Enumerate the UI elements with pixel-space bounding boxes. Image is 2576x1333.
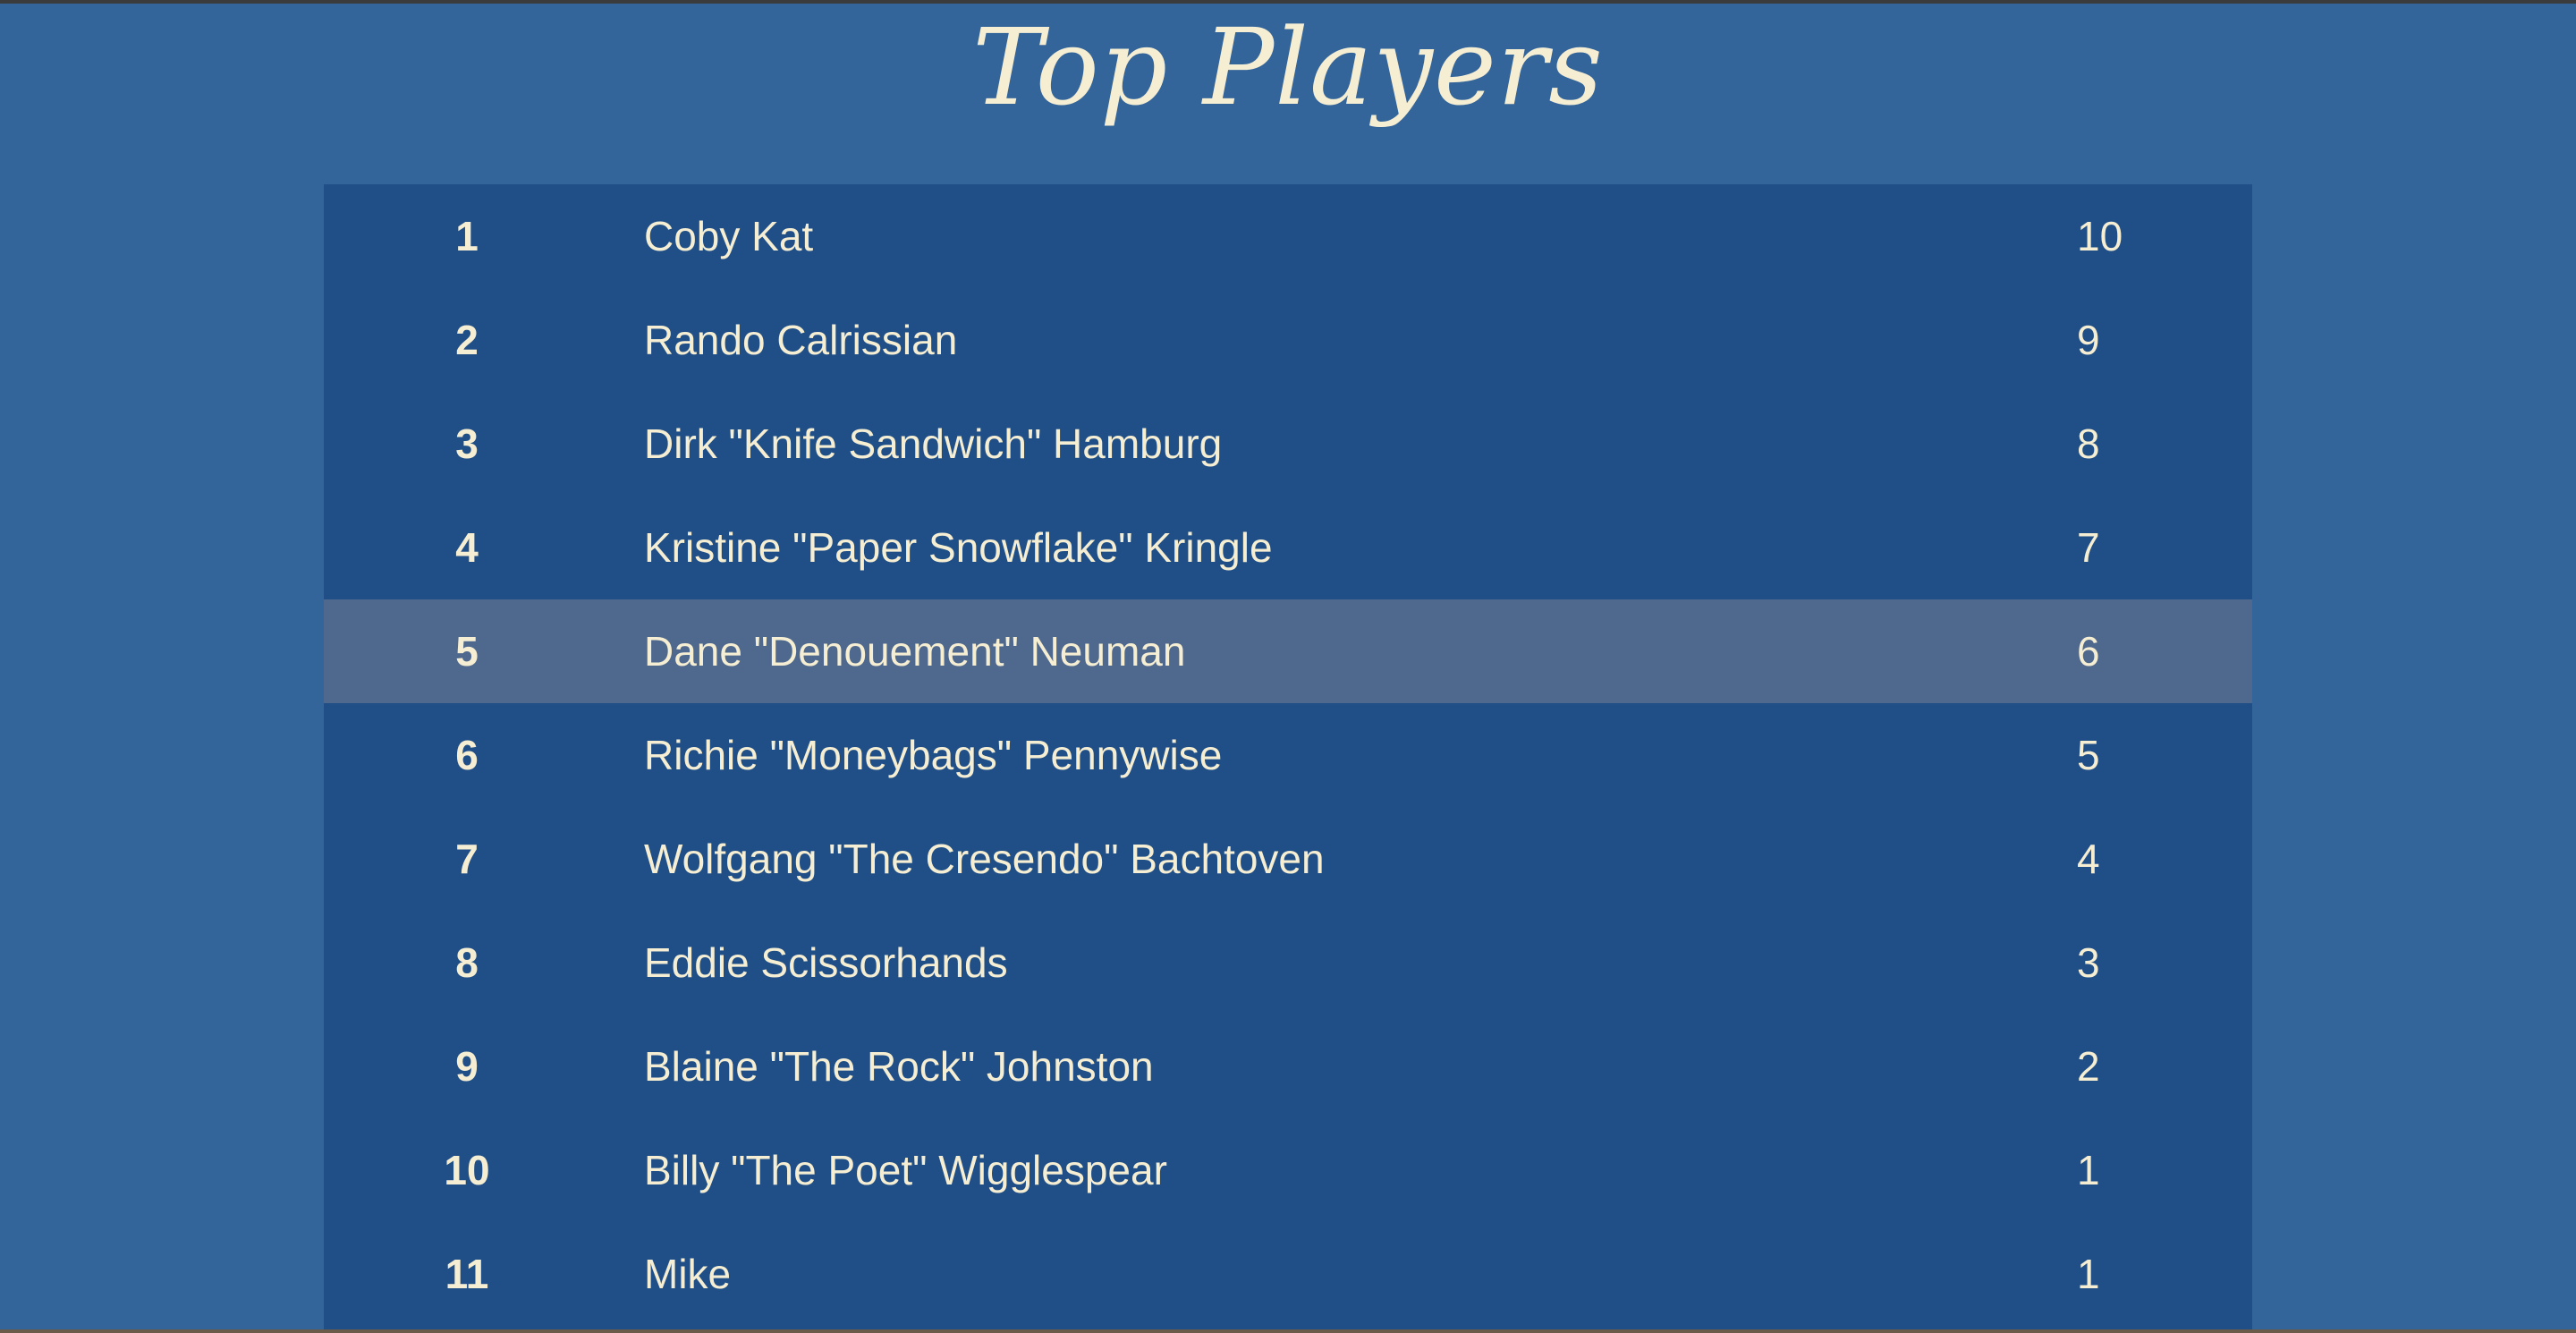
leaderboard-row: 1 Coby Kat 10 [324,184,2252,288]
leaderboard-row: 10 Billy "The Poet" Wigglespear 1 [324,1118,2252,1222]
player-name-cell: Coby Kat [644,213,814,259]
player-name-cell: Blaine "The Rock" Johnston [644,1043,1154,1090]
score-cell: 4 [2077,836,2100,882]
player-name-cell: Richie "Moneybags" Pennywise [644,732,1223,778]
rank-cell: 1 [455,213,479,259]
rank-cell: 10 [444,1147,490,1193]
rank-cell: 9 [455,1043,479,1090]
player-name-cell: Dane "Denouement" Neuman [644,628,1186,675]
player-name-cell: Kristine "Paper Snowflake" Kringle [644,524,1273,571]
rank-cell: 7 [455,836,479,882]
bottom-border [0,1329,2576,1333]
rank-cell: 11 [445,1251,489,1297]
leaderboard-row-highlighted: 5 Dane "Denouement" Neuman 6 [324,599,2252,703]
rank-cell: 3 [455,420,479,467]
leaderboard-row: 11 Mike 1 [324,1222,2252,1326]
score-cell: 7 [2077,524,2100,571]
leaderboard-row: 8 Eddie Scissorhands 3 [324,911,2252,1015]
score-cell: 1 [2077,1147,2100,1193]
score-cell: 8 [2077,420,2100,467]
score-cell: 3 [2077,939,2100,986]
rank-cell: 5 [455,628,479,675]
score-cell: 5 [2077,732,2100,778]
player-name-cell: Rando Calrissian [644,317,958,363]
leaderboard-row: 4 Kristine "Paper Snowflake" Kringle 7 [324,496,2252,599]
leaderboard-row: 7 Wolfgang "The Cresendo" Bachtoven 4 [324,807,2252,911]
page-title: Top Players [972,5,1604,129]
leaderboard-table: 1 Coby Kat 10 2 Rando Calrissian 9 3 Dir… [324,184,2252,1333]
player-name-cell: Billy "The Poet" Wigglespear [644,1147,1167,1193]
player-name-cell: Eddie Scissorhands [644,939,1008,986]
player-name-cell: Dirk "Knife Sandwich" Hamburg [644,420,1223,467]
player-name-cell: Mike [644,1251,732,1297]
rank-cell: 4 [455,524,479,571]
rank-cell: 2 [455,317,479,363]
rank-cell: 8 [455,939,479,986]
score-cell: 6 [2077,628,2100,675]
score-cell: 9 [2077,317,2100,363]
leaderboard-row: 9 Blaine "The Rock" Johnston 2 [324,1015,2252,1118]
score-cell: 2 [2077,1043,2100,1090]
rank-cell: 6 [455,732,479,778]
score-cell: 1 [2077,1251,2100,1297]
leaderboard-row: 2 Rando Calrissian 9 [324,288,2252,392]
leaderboard-row: 3 Dirk "Knife Sandwich" Hamburg 8 [324,392,2252,496]
score-cell: 10 [2077,213,2123,259]
player-name-cell: Wolfgang "The Cresendo" Bachtoven [644,836,1325,882]
leaderboard-row: 6 Richie "Moneybags" Pennywise 5 [324,703,2252,807]
